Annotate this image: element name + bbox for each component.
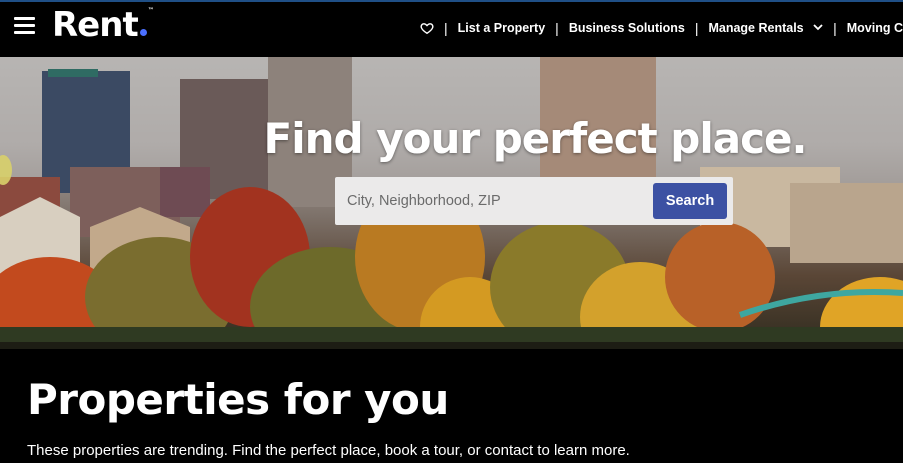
- hero-banner: Find your perfect place. Search: [0, 57, 903, 349]
- logo-dot: [139, 29, 147, 36]
- site-header: Rent ™ | List a Property | Business Solut…: [0, 2, 903, 57]
- nav-business-solutions[interactable]: Business Solutions: [569, 21, 685, 35]
- hero-title: Find your perfect place.: [263, 114, 808, 163]
- heart-icon[interactable]: [420, 21, 434, 35]
- site-logo[interactable]: Rent ™: [52, 5, 154, 49]
- hamburger-menu-icon[interactable]: [14, 17, 35, 35]
- chevron-down-icon: [813, 24, 823, 31]
- section-subtitle: These properties are trending. Find the …: [27, 442, 630, 459]
- location-search-bar: Search: [335, 177, 733, 225]
- properties-section: Properties for you These properties are …: [0, 349, 903, 463]
- section-title: Properties for you: [27, 375, 449, 424]
- search-button[interactable]: Search: [653, 183, 727, 219]
- logo-text: Rent: [52, 5, 139, 45]
- top-nav: | List a Property | Business Solutions |…: [420, 18, 903, 38]
- nav-moving-center[interactable]: Moving C: [847, 21, 903, 35]
- location-search-input[interactable]: [335, 177, 657, 225]
- nav-manage-rentals-label: Manage Rentals: [708, 21, 804, 35]
- nav-manage-rentals[interactable]: Manage Rentals: [708, 21, 823, 35]
- nav-list-a-property[interactable]: List a Property: [458, 21, 546, 35]
